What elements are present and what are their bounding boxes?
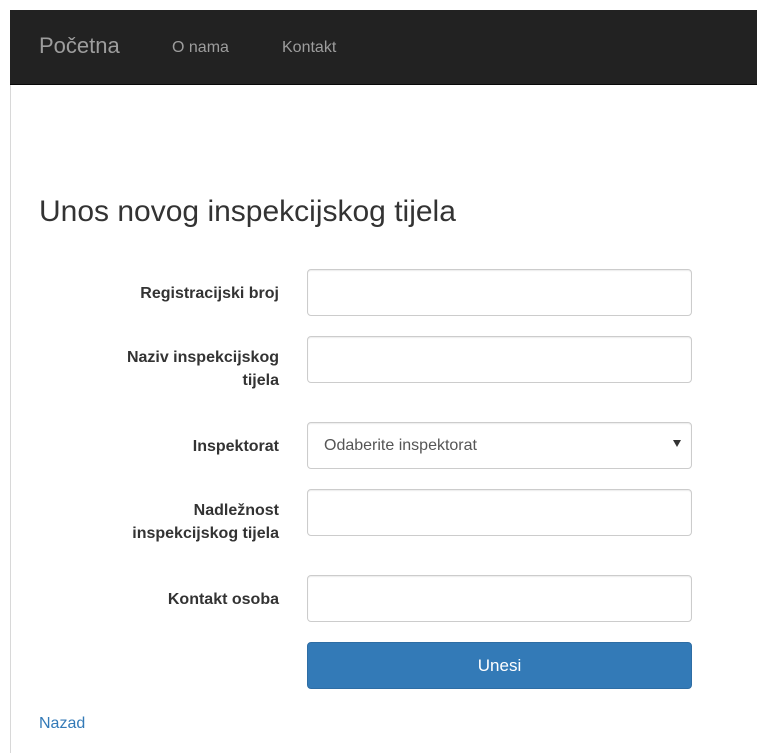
nav-brand-home[interactable]: Početna [39,33,120,59]
contact-person-input[interactable] [307,575,692,622]
inspectorate-select[interactable]: Odaberite inspektorat [307,422,692,469]
page-title: Unos novog inspekcijskog tijela [39,195,456,228]
inspection-body-jurisdiction-label: Nadležnost inspekcijskog tijela [79,499,279,545]
inspection-body-jurisdiction-label-line1: Nadležnost [193,502,279,519]
page: Početna O nama Kontakt Unos novog inspek… [0,0,757,753]
back-link[interactable]: Nazad [39,714,85,734]
inspection-body-name-label-line2: tijela [242,372,279,389]
registration-number-label: Registracijski broj [140,285,279,302]
navbar: Početna O nama Kontakt [10,10,757,85]
inspectorate-label: Inspektorat [192,438,279,455]
inspection-body-name-label-line1: Naziv inspekcijskog [126,349,279,366]
top-strip [0,0,757,10]
content-left-border [10,85,11,753]
nav-link-contact[interactable]: Kontakt [282,38,336,58]
inspection-body-jurisdiction-label-line2: inspekcijskog tijela [132,525,279,542]
contact-person-label: Kontakt osoba [167,591,279,608]
caret-down-icon [673,440,681,447]
inspection-body-name-label: Naziv inspekcijskog tijela [79,346,279,392]
inspection-body-name-input[interactable] [307,336,692,383]
nav-link-about[interactable]: O nama [172,38,229,58]
inspection-body-jurisdiction-input[interactable] [307,489,692,536]
registration-number-input[interactable] [307,269,692,316]
inspectorate-select-value: Odaberite inspektorat [324,437,477,454]
submit-button[interactable]: Unesi [307,642,692,689]
